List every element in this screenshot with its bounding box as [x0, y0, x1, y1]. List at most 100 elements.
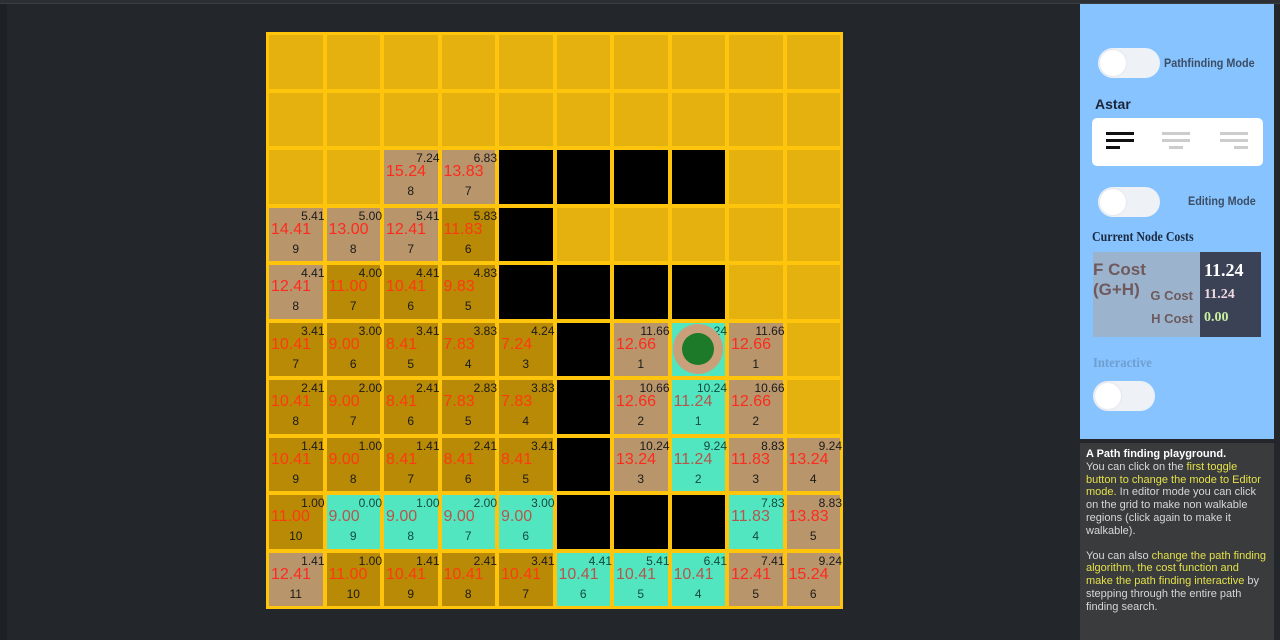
wall-cell[interactable]: [556, 495, 610, 549]
closed-cell[interactable]: 4.41 10.41 6: [384, 265, 440, 319]
current-node-marker[interactable]: [673, 324, 724, 375]
closed-cell[interactable]: 2.83 7.83 5: [441, 380, 497, 434]
path-cell[interactable]: 9.24 11.24 2: [671, 437, 727, 491]
closed-cell[interactable]: 4.00 11.00 7: [326, 265, 382, 319]
open-cell[interactable]: 5.00 13.00 8: [326, 207, 382, 261]
closed-cell[interactable]: 2.41 10.41 8: [441, 552, 497, 606]
closed-cell[interactable]: 2.41 10.41 8: [269, 380, 325, 434]
path-cell[interactable]: 10.24 11.24 1: [671, 380, 727, 434]
path-cell[interactable]: 5.41 10.41 5: [614, 552, 670, 606]
empty-cell[interactable]: [556, 35, 610, 89]
wall-cell[interactable]: [614, 495, 668, 549]
empty-cell[interactable]: [269, 150, 323, 204]
interactive-toggle[interactable]: [1093, 381, 1155, 411]
align-left-icon[interactable]: [1106, 132, 1136, 152]
closed-cell[interactable]: 1.00 11.00 10: [326, 552, 382, 606]
empty-cell[interactable]: [269, 92, 323, 146]
wall-cell[interactable]: [499, 207, 553, 261]
closed-cell[interactable]: 4.83 9.83 5: [441, 265, 497, 319]
closed-cell[interactable]: 3.41 10.41 7: [269, 322, 325, 376]
closed-cell[interactable]: 4.24 7.24 3: [499, 322, 555, 376]
wall-cell[interactable]: [499, 150, 553, 204]
open-cell[interactable]: 10.66 12.66 2: [729, 380, 785, 434]
closed-cell[interactable]: 2.41 8.41 6: [384, 380, 440, 434]
empty-cell[interactable]: [326, 92, 380, 146]
wall-cell[interactable]: [556, 437, 610, 491]
empty-cell[interactable]: [729, 265, 783, 319]
open-cell[interactable]: 7.24 15.24 8: [384, 150, 440, 204]
open-cell[interactable]: 9.24 13.24 4: [786, 437, 842, 491]
wall-cell[interactable]: [614, 265, 668, 319]
open-cell[interactable]: 8.83 13.83 5: [786, 495, 842, 549]
closed-cell[interactable]: 1.41 8.41 7: [384, 437, 440, 491]
wall-cell[interactable]: [556, 380, 610, 434]
empty-cell[interactable]: [671, 35, 725, 89]
wall-cell[interactable]: [671, 495, 725, 549]
empty-cell[interactable]: [384, 35, 438, 89]
empty-cell[interactable]: [441, 35, 495, 89]
closed-cell[interactable]: 5.83 11.83 6: [441, 207, 497, 261]
algorithm-selector[interactable]: [1092, 118, 1263, 166]
empty-cell[interactable]: [556, 207, 610, 261]
pathfinding-mode-toggle[interactable]: [1098, 48, 1160, 78]
empty-cell[interactable]: [786, 380, 840, 434]
closed-cell[interactable]: 3.41 8.41 5: [384, 322, 440, 376]
empty-cell[interactable]: [326, 150, 380, 204]
empty-cell[interactable]: [786, 92, 840, 146]
empty-cell[interactable]: [326, 35, 380, 89]
align-center-icon[interactable]: [1162, 132, 1192, 152]
wall-cell[interactable]: [671, 150, 725, 204]
closed-cell[interactable]: 1.41 10.41 9: [384, 552, 440, 606]
empty-cell[interactable]: [441, 92, 495, 146]
pathfinding-grid[interactable]: 7.24 15.24 8 6.83 13.83 7 5.41 14.41 9 5.00 13.00 8…: [266, 32, 843, 609]
path-cell[interactable]: 4.41 10.41 6: [556, 552, 612, 606]
empty-cell[interactable]: [556, 92, 610, 146]
wall-cell[interactable]: [556, 322, 610, 376]
closed-cell[interactable]: 1.00 9.00 8: [326, 437, 382, 491]
empty-cell[interactable]: [786, 150, 840, 204]
wall-cell[interactable]: [671, 265, 725, 319]
open-cell[interactable]: 4.41 12.41 8: [269, 265, 325, 319]
open-cell[interactable]: 5.41 12.41 7: [384, 207, 440, 261]
closed-cell[interactable]: 3.83 7.83 4: [441, 322, 497, 376]
wall-cell[interactable]: [614, 150, 668, 204]
open-cell[interactable]: 1.41 12.41 11: [269, 552, 325, 606]
open-cell[interactable]: 11.66 12.66 1: [729, 322, 785, 376]
empty-cell[interactable]: [786, 207, 840, 261]
open-cell[interactable]: 10.24 13.24 3: [614, 437, 670, 491]
empty-cell[interactable]: [786, 322, 840, 376]
align-right-icon[interactable]: [1220, 132, 1250, 152]
open-cell[interactable]: 6.83 13.83 7: [441, 150, 497, 204]
open-cell[interactable]: 5.41 14.41 9: [269, 207, 325, 261]
empty-cell[interactable]: [614, 207, 668, 261]
open-cell[interactable]: 10.66 12.66 2: [614, 380, 670, 434]
empty-cell[interactable]: [729, 92, 783, 146]
empty-cell[interactable]: [786, 265, 840, 319]
closed-cell[interactable]: 3.83 7.83 4: [499, 380, 555, 434]
path-cell[interactable]: 7.83 11.83 4: [729, 495, 785, 549]
closed-cell[interactable]: 3.41 10.41 7: [499, 552, 555, 606]
closed-cell[interactable]: 1.41 10.41 9: [269, 437, 325, 491]
path-cell[interactable]: 11.24: [671, 322, 727, 376]
open-cell[interactable]: 9.24 15.24 6: [786, 552, 842, 606]
empty-cell[interactable]: [499, 92, 553, 146]
wall-cell[interactable]: [556, 150, 610, 204]
empty-cell[interactable]: [614, 92, 668, 146]
open-cell[interactable]: 11.66 12.66 1: [614, 322, 670, 376]
closed-cell[interactable]: 3.41 8.41 5: [499, 437, 555, 491]
empty-cell[interactable]: [269, 35, 323, 89]
empty-cell[interactable]: [671, 207, 725, 261]
path-cell[interactable]: 1.00 9.00 8: [384, 495, 440, 549]
open-cell[interactable]: 7.41 12.41 5: [729, 552, 785, 606]
empty-cell[interactable]: [671, 92, 725, 146]
path-cell[interactable]: 6.41 10.41 4: [671, 552, 727, 606]
empty-cell[interactable]: [729, 207, 783, 261]
wall-cell[interactable]: [499, 265, 553, 319]
wall-cell[interactable]: [556, 265, 610, 319]
empty-cell[interactable]: [729, 150, 783, 204]
closed-cell[interactable]: 3.00 9.00 6: [326, 322, 382, 376]
empty-cell[interactable]: [384, 92, 438, 146]
path-cell[interactable]: 3.00 9.00 6: [499, 495, 555, 549]
closed-cell[interactable]: 1.00 11.00 10: [269, 495, 325, 549]
closed-cell[interactable]: 2.00 9.00 7: [326, 380, 382, 434]
